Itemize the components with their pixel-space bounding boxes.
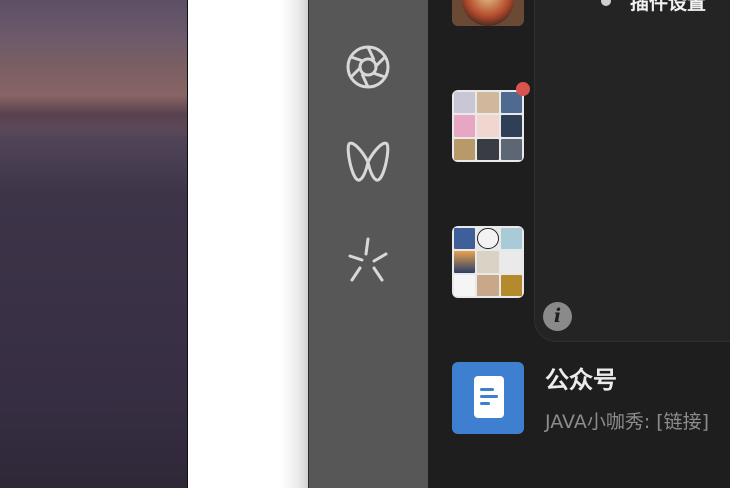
chat-avatar-astronaut[interactable] [452, 0, 524, 26]
member-thumb [477, 92, 499, 114]
official-account-avatar[interactable] [452, 362, 524, 434]
member-thumb [477, 251, 499, 273]
floating-panel [534, 0, 730, 342]
doc-line [480, 388, 494, 391]
sparkle-icon[interactable] [344, 236, 392, 284]
member-thumb [454, 115, 476, 137]
member-thumb [477, 228, 499, 250]
info-icon[interactable]: i [543, 302, 572, 331]
official-account-title[interactable]: 公众号 [545, 360, 617, 395]
member-thumb [477, 138, 499, 160]
member-thumb [454, 274, 476, 296]
member-thumb [477, 274, 499, 296]
official-account-preview: JAVA小咖秀: [链接] [545, 411, 710, 433]
unread-badge [516, 82, 530, 96]
butterfly-icon[interactable] [344, 138, 392, 186]
wallpaper-cloud-band [0, 95, 188, 135]
desktop-wallpaper [0, 0, 188, 488]
member-thumb [454, 251, 476, 273]
group-avatar-2[interactable] [452, 226, 524, 298]
member-thumb [500, 251, 522, 273]
member-thumb [500, 138, 522, 160]
member-thumb [454, 92, 476, 114]
member-thumb [500, 115, 522, 137]
group-avatar-1[interactable] [452, 90, 524, 162]
doc-line [480, 395, 498, 398]
member-thumb [454, 228, 476, 250]
member-thumb [500, 274, 522, 296]
window-shadow [280, 0, 310, 488]
member-thumb [477, 115, 499, 137]
astronaut-helmet [462, 0, 514, 26]
member-thumb [454, 138, 476, 160]
panel-top-text: 插件设置 [630, 0, 707, 14]
aperture-icon[interactable] [344, 43, 392, 91]
group-avatar-grid [452, 226, 524, 298]
document-icon [474, 376, 504, 418]
member-thumb [500, 228, 522, 250]
group-avatar-grid [452, 90, 524, 162]
doc-line [480, 402, 490, 405]
app-sidebar [308, 0, 428, 488]
